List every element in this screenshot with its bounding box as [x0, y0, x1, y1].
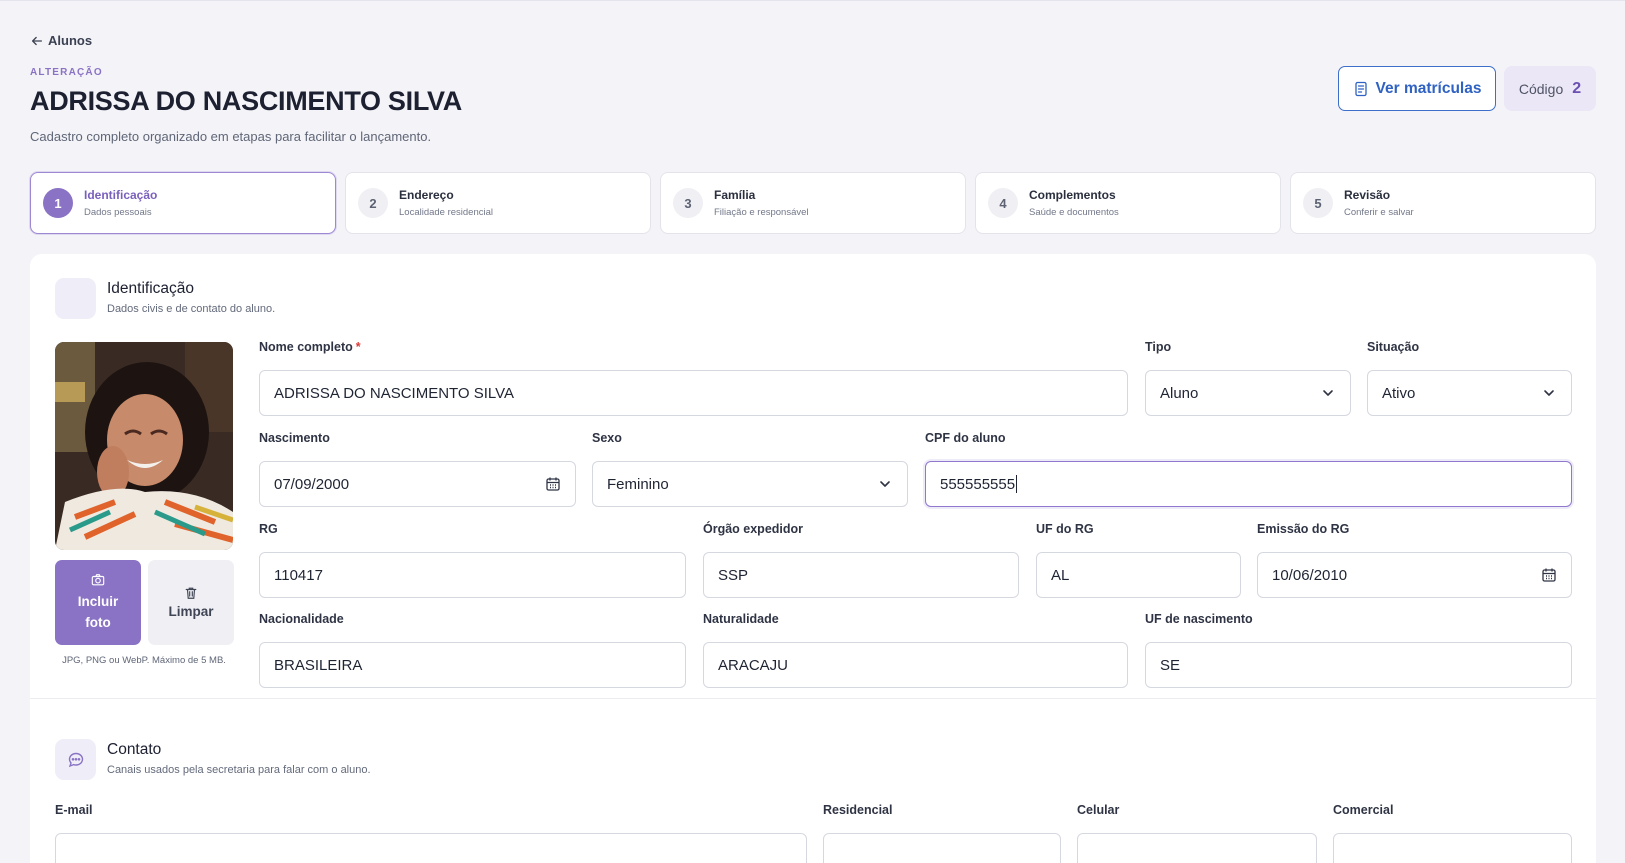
uf-nasc-label: UF de nascimento — [1145, 612, 1253, 626]
cpf-input[interactable]: 555555555 — [925, 461, 1572, 507]
stepper: 1 Identificação Dados pessoais 2 Endereço… — [30, 172, 1596, 234]
naturalidade-input[interactable]: ARACAJU — [703, 642, 1128, 688]
situacao-select[interactable]: Ativo — [1367, 370, 1572, 416]
include-photo-button[interactable]: Incluir foto — [55, 560, 141, 645]
form-card: Identificação Dados civis e de contato d… — [30, 254, 1596, 863]
step-endereco[interactable]: 2 Endereço Localidade residencial — [345, 172, 651, 234]
nome-label: Nome completo * — [259, 340, 361, 354]
step-familia[interactable]: 3 Família Filiação e responsável — [660, 172, 966, 234]
student-photo — [55, 342, 233, 550]
step-title: Família — [714, 188, 756, 202]
residencial-label: Residencial — [823, 803, 893, 817]
page-subtitle: Cadastro completo organizado em etapas p… — [30, 129, 432, 144]
arrow-left-icon — [31, 36, 43, 45]
back-link[interactable]: Alunos — [30, 33, 92, 48]
view-enrollments-button[interactable]: Ver matrículas — [1338, 66, 1496, 111]
include-photo-label-2: foto — [85, 614, 111, 630]
nacionalidade-input[interactable]: BRASILEIRA — [259, 642, 686, 688]
uf-nasc-input[interactable]: SE — [1145, 642, 1572, 688]
back-link-label: Alunos — [48, 33, 93, 48]
step-number: 3 — [673, 188, 703, 218]
step-title: Revisão — [1344, 188, 1391, 202]
step-subtitle: Dados pessoais — [84, 207, 152, 218]
step-number: 2 — [358, 188, 388, 218]
uf-rg-label: UF do RG — [1036, 522, 1094, 536]
code-label: Código — [1518, 80, 1564, 97]
step-number: 4 — [988, 188, 1018, 218]
required-marker: * — [355, 340, 361, 354]
section-divider — [30, 698, 1596, 699]
nascimento-label: Nascimento — [259, 431, 330, 445]
situacao-label: Situação — [1367, 340, 1420, 354]
step-complementos[interactable]: 4 Complementos Saúde e documentos — [975, 172, 1281, 234]
step-subtitle: Saúde e documentos — [1029, 207, 1119, 218]
include-photo-label-1: Incluir — [77, 593, 119, 609]
uf-rg-input[interactable]: AL — [1036, 552, 1241, 598]
calendar-icon[interactable] — [1541, 567, 1557, 583]
celular-input[interactable] — [1077, 833, 1317, 863]
step-subtitle: Filiação e responsável — [714, 207, 809, 218]
celular-label: Celular — [1077, 803, 1120, 817]
calendar-icon[interactable] — [545, 476, 561, 492]
step-number: 5 — [1303, 188, 1333, 218]
text-caret — [1016, 475, 1018, 493]
step-revisao[interactable]: 5 Revisão Conferir e salvar — [1290, 172, 1596, 234]
nascimento-input[interactable]: 07/09/2000 — [259, 461, 576, 507]
clear-photo-label: Limpar — [168, 604, 214, 619]
emissao-input[interactable]: 10/06/2010 — [1257, 552, 1572, 598]
email-input[interactable] — [55, 833, 807, 863]
step-number: 1 — [43, 188, 73, 218]
section-subtitle-identificacao: Dados civis e de contato do aluno. — [107, 303, 276, 315]
step-title: Complementos — [1029, 188, 1116, 202]
view-enrollments-label: Ver matrículas — [1375, 79, 1482, 97]
chevron-down-icon — [880, 481, 890, 487]
step-title: Identificação — [84, 188, 158, 202]
orgao-label: Órgão expedidor — [703, 522, 804, 536]
residencial-input[interactable] — [823, 833, 1061, 863]
cpf-label: CPF do aluno — [925, 431, 1006, 445]
rg-input[interactable]: 110417 — [259, 552, 686, 598]
chevron-down-icon — [1323, 390, 1333, 396]
document-list-icon — [1354, 81, 1367, 96]
section-title-contato: Contato — [107, 741, 162, 758]
naturalidade-label: Naturalidade — [703, 612, 779, 626]
step-title: Endereço — [399, 188, 454, 202]
chevron-down-icon — [1544, 390, 1554, 396]
chat-bubble-icon — [55, 739, 96, 780]
section-subtitle-contato: Canais usados pela secretaria para falar… — [107, 764, 371, 776]
page-title: ADRISSA DO NASCIMENTO SILVA — [30, 86, 462, 116]
emissao-label: Emissão do RG — [1257, 522, 1350, 536]
step-subtitle: Localidade residencial — [399, 207, 494, 218]
rg-label: RG — [259, 522, 278, 536]
orgao-input[interactable]: SSP — [703, 552, 1019, 598]
nome-input[interactable]: ADRISSA DO NASCIMENTO SILVA — [259, 370, 1128, 416]
sexo-select[interactable]: Feminino — [592, 461, 908, 507]
tipo-select[interactable]: Aluno — [1145, 370, 1351, 416]
page-kicker: ALTERAÇÃO — [30, 67, 103, 78]
sexo-label: Sexo — [592, 431, 622, 445]
top-divider — [0, 0, 1625, 1]
step-subtitle: Conferir e salvar — [1344, 207, 1414, 218]
photo-hint: JPG, PNG ou WebP. Máximo de 5 MB. — [62, 655, 226, 666]
id-card-icon — [55, 278, 96, 319]
tipo-label: Tipo — [1145, 340, 1172, 354]
code-badge: Código 2 — [1504, 66, 1596, 111]
email-label: E-mail — [55, 803, 93, 817]
clear-photo-button[interactable]: Limpar — [148, 560, 234, 645]
nacionalidade-label: Nacionalidade — [259, 612, 344, 626]
comercial-input[interactable] — [1333, 833, 1572, 863]
code-value: 2 — [1572, 79, 1582, 97]
section-title-identificacao: Identificação — [107, 280, 195, 297]
trash-icon — [185, 587, 197, 599]
camera-icon — [91, 573, 105, 585]
step-identificacao[interactable]: 1 Identificação Dados pessoais — [30, 172, 336, 234]
comercial-label: Comercial — [1333, 803, 1394, 817]
